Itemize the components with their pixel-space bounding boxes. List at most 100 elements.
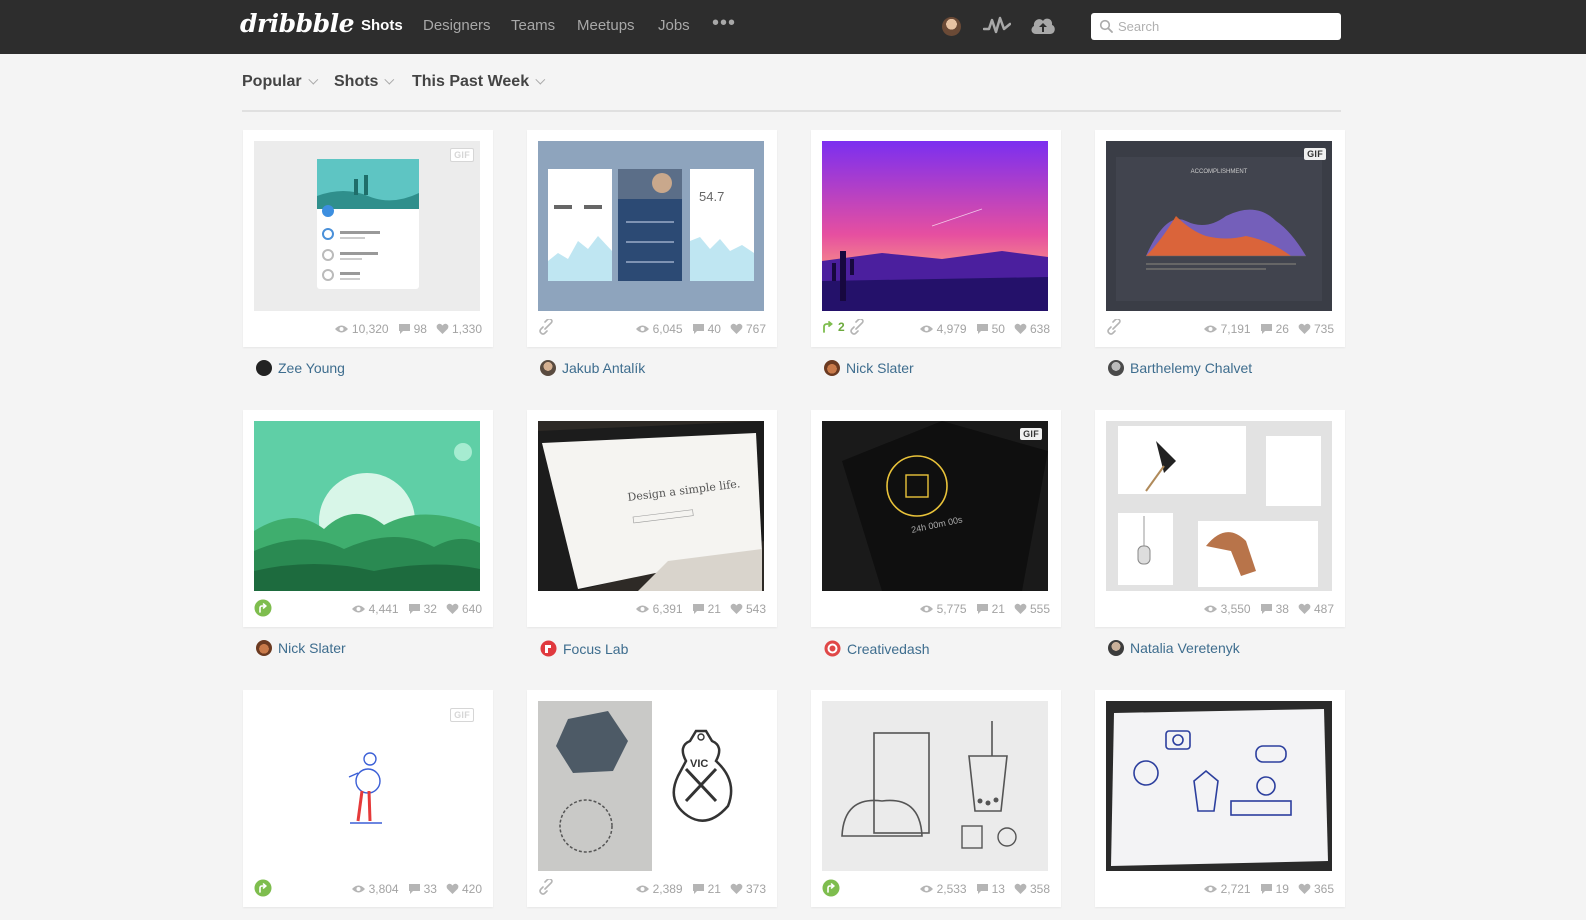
nav-jobs[interactable]: Jobs xyxy=(658,17,690,34)
shot-thumbnail[interactable]: 54.7 xyxy=(538,141,764,311)
shot-author[interactable]: Zee Young xyxy=(256,360,345,376)
author-avatar xyxy=(256,360,272,376)
laptop-website-image: Design a simple life. xyxy=(538,421,764,591)
eye-icon xyxy=(351,605,365,613)
heart-icon[interactable] xyxy=(1298,883,1311,895)
heart-icon[interactable] xyxy=(730,323,743,335)
shot-author[interactable]: Nick Slater xyxy=(256,640,346,656)
comment-icon xyxy=(692,884,704,894)
shot-stats: 3,804 33 420 xyxy=(351,882,482,896)
shot-stats: 4,979 50 638 xyxy=(919,322,1050,336)
shot-author[interactable]: Nick Slater xyxy=(824,360,914,376)
comment-icon xyxy=(1260,604,1272,614)
author-name[interactable]: Creativedash xyxy=(847,641,930,657)
upload-icon[interactable] xyxy=(1030,14,1056,41)
shot-thumbnail[interactable] xyxy=(822,141,1048,311)
nav-shots[interactable]: Shots xyxy=(361,17,403,34)
shot-card[interactable]: 2 4,979 50 638 xyxy=(811,130,1061,347)
rebound-icon[interactable] xyxy=(822,321,834,333)
nav-meetups[interactable]: Meetups xyxy=(577,17,635,34)
rebound-icon[interactable] xyxy=(254,879,272,897)
shot-card[interactable]: VIC 2,389 21 373 xyxy=(527,690,777,907)
shot-card[interactable]: GIF 10,320 98 1,330 xyxy=(243,130,493,347)
heart-icon[interactable] xyxy=(1298,323,1311,335)
shot-thumbnail[interactable]: ACCOMPLISHMENT GIF xyxy=(1106,141,1332,311)
shot-badges xyxy=(538,879,556,895)
author-name[interactable]: Barthelemy Chalvet xyxy=(1130,360,1252,376)
shot-card[interactable]: 24h 00m 00s GIF 5,775 21 555 xyxy=(811,410,1061,627)
shot-thumbnail[interactable]: 24h 00m 00s GIF xyxy=(822,421,1048,591)
search-input[interactable] xyxy=(1118,17,1333,36)
shot-thumbnail[interactable]: GIF xyxy=(254,701,480,871)
shot-card[interactable]: ACCOMPLISHMENT GIF 7,191 26 735 xyxy=(1095,130,1345,347)
shot-thumbnail[interactable] xyxy=(822,701,1048,871)
activity-icon[interactable] xyxy=(982,15,1012,40)
filter-timeframe-label: This Past Week xyxy=(412,73,530,90)
shot-card[interactable]: 3,550 38 487 xyxy=(1095,410,1345,627)
author-name[interactable]: Jakub Antalík xyxy=(562,360,645,376)
rebound-count: 2 xyxy=(838,320,845,334)
heart-icon[interactable] xyxy=(1298,603,1311,615)
shot-author[interactable]: Creativedash xyxy=(824,640,930,657)
gif-badge: GIF xyxy=(1020,428,1042,440)
eye-icon xyxy=(919,325,933,333)
shot-thumbnail[interactable] xyxy=(254,421,480,591)
views-count: 7,191 xyxy=(1220,322,1251,336)
comment-icon xyxy=(408,604,420,614)
heart-icon[interactable] xyxy=(446,603,459,615)
likes-count: 555 xyxy=(1029,602,1050,616)
more-menu-icon[interactable]: ••• xyxy=(712,12,736,35)
shot-thumbnail[interactable]: Design a simple life. xyxy=(538,421,764,591)
rebound-icon[interactable] xyxy=(822,879,840,897)
shot-author[interactable]: Natalia Veretenyk xyxy=(1108,640,1240,656)
heart-icon[interactable] xyxy=(730,603,743,615)
attachment-icon[interactable] xyxy=(849,319,867,335)
shot-card[interactable]: 2,721 19 365 xyxy=(1095,690,1345,907)
shot-author[interactable]: Focus Lab xyxy=(540,640,628,657)
heart-icon[interactable] xyxy=(1014,883,1027,895)
dribbble-logo[interactable]: dribbble xyxy=(240,9,355,38)
shot-thumbnail[interactable] xyxy=(1106,421,1332,591)
heart-icon[interactable] xyxy=(1014,323,1027,335)
author-name[interactable]: Nick Slater xyxy=(846,360,914,376)
shot-card[interactable]: Design a simple life. 6,391 21 543 xyxy=(527,410,777,627)
shot-author[interactable]: Jakub Antalík xyxy=(540,360,645,376)
attachment-icon[interactable] xyxy=(1106,319,1124,335)
shot-thumbnail[interactable] xyxy=(1106,701,1332,871)
shot-card[interactable]: 4,441 32 640 xyxy=(243,410,493,627)
heart-icon[interactable] xyxy=(436,323,449,335)
rebound-icon[interactable] xyxy=(254,599,272,617)
comments-count: 33 xyxy=(423,882,437,896)
nav-designers[interactable]: Designers xyxy=(423,17,491,34)
filter-type[interactable]: Shots xyxy=(334,73,395,91)
shot-card[interactable]: 2,533 13 358 xyxy=(811,690,1061,907)
top-nav: dribbble Shots Designers Teams Meetups J… xyxy=(0,0,1586,54)
attachment-icon[interactable] xyxy=(538,319,556,335)
author-name[interactable]: Focus Lab xyxy=(563,641,628,657)
filter-sort[interactable]: Popular xyxy=(242,73,318,91)
eye-icon xyxy=(1203,325,1217,333)
views-count: 2,389 xyxy=(652,882,683,896)
attachment-icon[interactable] xyxy=(538,879,556,895)
eye-icon xyxy=(351,885,365,893)
comment-icon xyxy=(398,324,410,334)
author-name[interactable]: Nick Slater xyxy=(278,640,346,656)
shot-author[interactable]: Barthelemy Chalvet xyxy=(1108,360,1252,376)
author-name[interactable]: Zee Young xyxy=(278,360,345,376)
heart-icon[interactable] xyxy=(730,883,743,895)
shot-thumbnail[interactable]: VIC xyxy=(538,701,764,871)
author-name[interactable]: Natalia Veretenyk xyxy=(1130,640,1240,656)
views-count: 5,775 xyxy=(936,602,967,616)
nav-teams[interactable]: Teams xyxy=(511,17,555,34)
likes-count: 543 xyxy=(745,602,766,616)
search-box[interactable] xyxy=(1091,13,1341,40)
shot-thumbnail[interactable]: GIF xyxy=(254,141,480,311)
user-avatar[interactable] xyxy=(942,17,961,36)
filter-timeframe[interactable]: This Past Week xyxy=(412,73,546,91)
shot-card[interactable]: GIF 3,804 33 420 xyxy=(243,690,493,907)
heart-icon[interactable] xyxy=(1014,603,1027,615)
shot-stats: 2,389 21 373 xyxy=(635,882,766,896)
heart-icon[interactable] xyxy=(446,883,459,895)
shot-card[interactable]: 54.7 6,045 40 767 xyxy=(527,130,777,347)
shot-stats: 7,191 26 735 xyxy=(1203,322,1334,336)
